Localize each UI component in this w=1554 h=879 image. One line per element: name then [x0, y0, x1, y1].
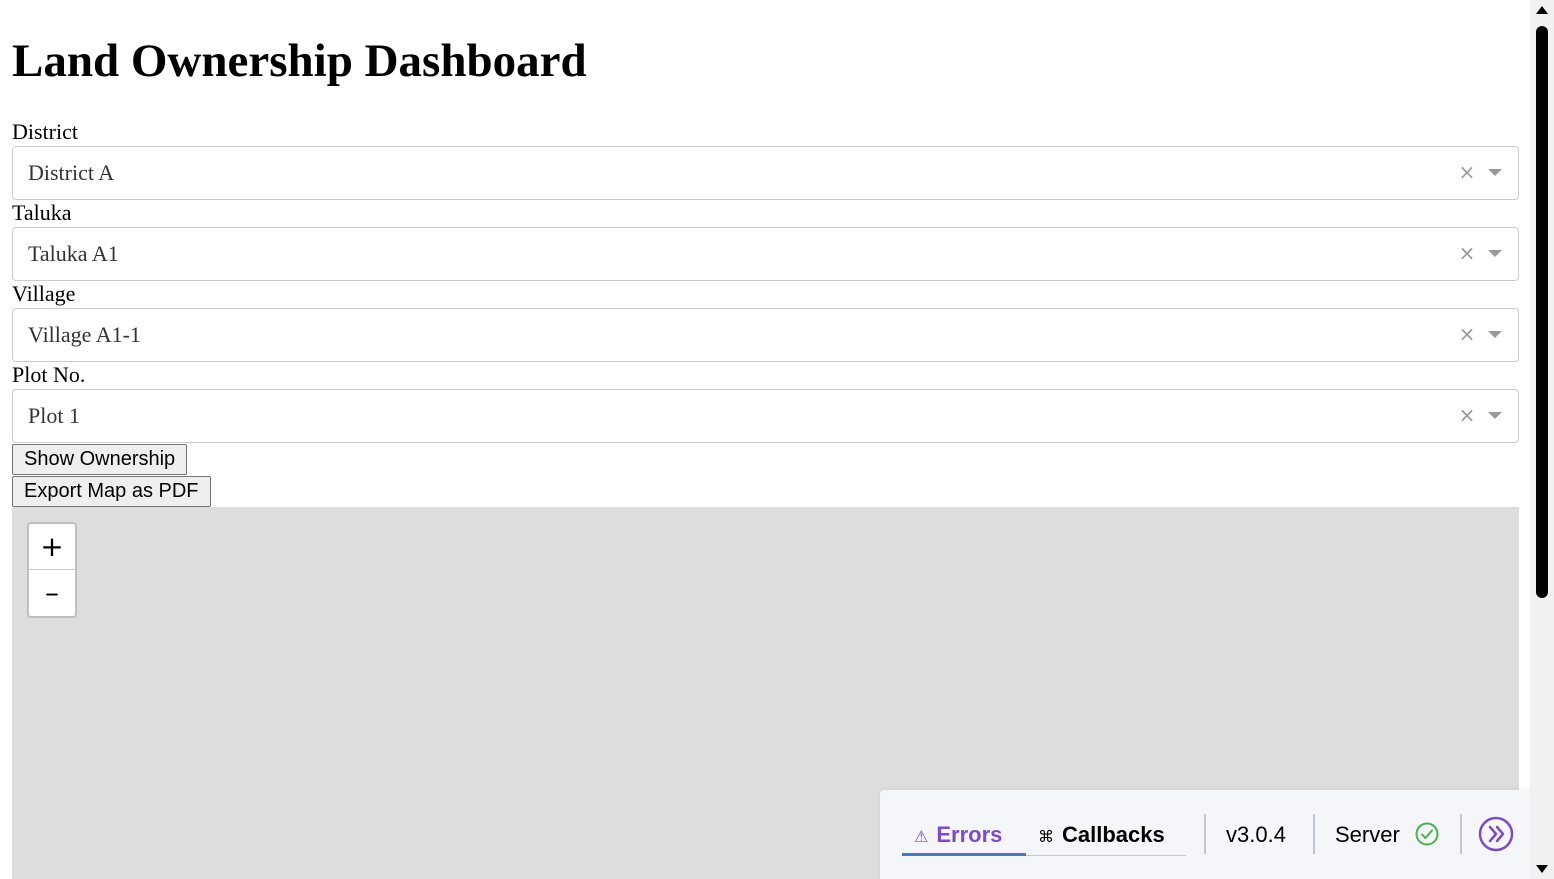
scroll-down-arrow-icon[interactable]	[1536, 865, 1548, 873]
plot-dropdown[interactable]: Plot 1 ×	[12, 389, 1519, 443]
plot-clear-icon[interactable]: ×	[1454, 402, 1480, 428]
version-label: v3.0.4	[1226, 822, 1286, 847]
tab-callbacks-label: Callbacks	[1062, 822, 1165, 847]
callbacks-graph-icon: ⌘	[1038, 827, 1054, 846]
zoom-in-button[interactable]: +	[29, 524, 75, 570]
divider	[1313, 814, 1315, 854]
scroll-up-arrow-icon[interactable]	[1536, 6, 1548, 14]
village-caret-down-icon[interactable]	[1488, 331, 1502, 338]
district-dropdown[interactable]: District A ×	[12, 146, 1519, 200]
dash-debug-menu: ⚠ Errors ⌘ Callbacks v3.0.4 Server	[880, 790, 1530, 879]
show-ownership-button[interactable]: Show Ownership	[12, 444, 188, 475]
taluka-dropdown[interactable]: Taluka A1 ×	[12, 227, 1519, 281]
taluka-clear-icon[interactable]: ×	[1454, 240, 1480, 266]
server-status-label: Server	[1335, 822, 1400, 847]
district-caret-down-icon[interactable]	[1488, 169, 1502, 176]
taluka-label: Taluka	[12, 200, 72, 225]
taluka-selected-value: Taluka A1	[28, 241, 119, 266]
app-container: Land Ownership Dashboard District Distri…	[12, 0, 1519, 879]
page-title: Land Ownership Dashboard	[12, 35, 587, 87]
vertical-scrollbar[interactable]	[1530, 0, 1554, 879]
district-label: District	[12, 119, 78, 144]
plot-label: Plot No.	[12, 362, 86, 387]
zoom-out-button[interactable]: –	[29, 570, 75, 616]
export-map-pdf-button[interactable]: Export Map as PDF	[12, 476, 211, 507]
scrollbar-thumb[interactable]	[1536, 26, 1548, 598]
tab-callbacks[interactable]: ⌘ Callbacks	[1026, 820, 1186, 856]
tab-errors[interactable]: ⚠ Errors	[902, 820, 1026, 856]
collapse-chevrons-icon[interactable]	[1478, 816, 1514, 852]
village-selected-value: Village A1-1	[28, 322, 141, 347]
village-dropdown[interactable]: Village A1-1 ×	[12, 308, 1519, 362]
tab-errors-label: Errors	[936, 822, 1003, 847]
zoom-control: + –	[27, 522, 77, 618]
district-selected-value: District A	[28, 160, 115, 185]
plot-selected-value: Plot 1	[28, 403, 80, 428]
plot-caret-down-icon[interactable]	[1488, 412, 1502, 419]
district-clear-icon[interactable]: ×	[1454, 159, 1480, 185]
taluka-caret-down-icon[interactable]	[1488, 250, 1502, 257]
village-clear-icon[interactable]: ×	[1454, 321, 1480, 347]
village-label: Village	[12, 281, 76, 306]
divider	[1204, 814, 1206, 854]
warning-icon: ⚠	[914, 827, 929, 846]
divider	[1460, 814, 1462, 854]
check-circle-icon	[1415, 822, 1439, 846]
